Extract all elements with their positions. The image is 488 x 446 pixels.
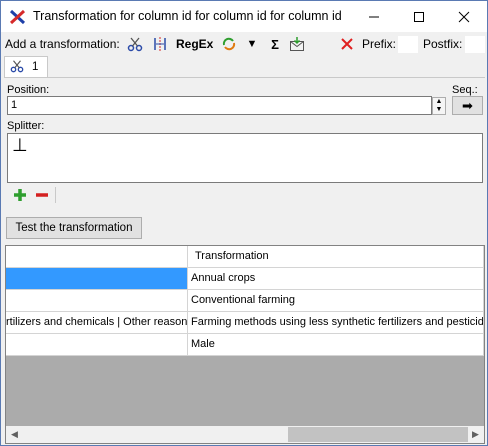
tab-1[interactable]: 1 [4,56,48,78]
window-title: Transformation for column id for column … [33,9,342,23]
column-header-transformation[interactable]: Transformation [188,246,484,268]
position-stepper[interactable]: ▲ ▼ [432,97,446,115]
table-row[interactable]: Conventional farming [6,290,484,312]
result-grid: Transformation Annual crops Conventional… [5,245,485,444]
postfix-label: Postfix: [423,37,463,51]
scissors-icon[interactable] [126,35,144,53]
delete-icon[interactable] [338,35,356,53]
split-icon[interactable] [151,35,169,53]
minimize-button[interactable] [351,1,396,32]
scroll-thumb[interactable] [288,427,468,442]
position-label: Position: [7,84,50,96]
add-transformation-label: Add a transformation: [5,37,120,51]
app-icon [9,8,27,26]
mail-icon[interactable] [288,35,306,53]
grid-cell[interactable]: Conventional farming [188,290,484,312]
tab-strip: 1 [1,56,487,78]
grid-cell[interactable] [6,334,188,356]
prefix-input[interactable] [398,36,418,53]
position-input[interactable]: 1 [7,96,432,115]
prefix-label: Prefix: [362,37,397,51]
scissors-icon [10,59,24,76]
grid-cell-selected[interactable] [6,268,188,290]
dialog-window: Transformation for column id for column … [0,0,488,446]
grid-cell[interactable]: Male [188,334,484,356]
regex-button[interactable]: RegEx [176,37,213,51]
horizontal-scrollbar[interactable]: ◀ ▶ [6,426,484,443]
grid-cell[interactable]: Farming methods using less synthetic fer… [188,312,484,334]
close-button[interactable] [441,1,486,32]
table-row[interactable]: rtilizers and chemicals | Other reasons … [6,312,484,334]
postfix-input[interactable] [465,36,485,53]
grid-header-row: Transformation [6,246,484,268]
table-row[interactable]: Male [6,334,484,356]
grid-cell[interactable]: Annual crops [188,268,484,290]
chevron-up-icon[interactable]: ▲ [433,98,445,106]
transformation-toolbar: Add a transformation: RegEx ▼ Σ Prefix: … [1,33,487,55]
seq-label: Seq.: [452,84,478,96]
scroll-right-icon[interactable]: ▶ [467,426,484,443]
column-header-source[interactable] [6,246,188,268]
maximize-button[interactable] [396,1,441,32]
test-transformation-button[interactable]: Test the transformation [6,217,142,239]
remove-icon[interactable] [35,188,49,205]
chevron-down-icon[interactable]: ▼ [433,106,445,114]
sequence-button[interactable]: ➡ [452,96,483,115]
title-bar: Transformation for column id for column … [1,1,487,32]
transformation-panel: Position: Seq.: 1 ▲ ▼ ➡ Splitter: ⊥ [4,77,485,203]
grid-cell[interactable]: rtilizers and chemicals | Other reasons [6,312,188,334]
splitter-input[interactable]: ⊥ [7,133,483,183]
splitter-label: Splitter: [7,120,45,132]
filter-icon[interactable]: ▼ [243,35,261,53]
tab-label: 1 [32,61,39,73]
replace-icon[interactable] [220,35,238,53]
add-icon[interactable] [13,188,27,205]
toolbar-divider [55,187,56,203]
scroll-left-icon[interactable]: ◀ [6,426,23,443]
grid-cell[interactable] [6,290,188,312]
table-row[interactable]: Annual crops [6,268,484,290]
sum-icon[interactable]: Σ [266,35,284,53]
